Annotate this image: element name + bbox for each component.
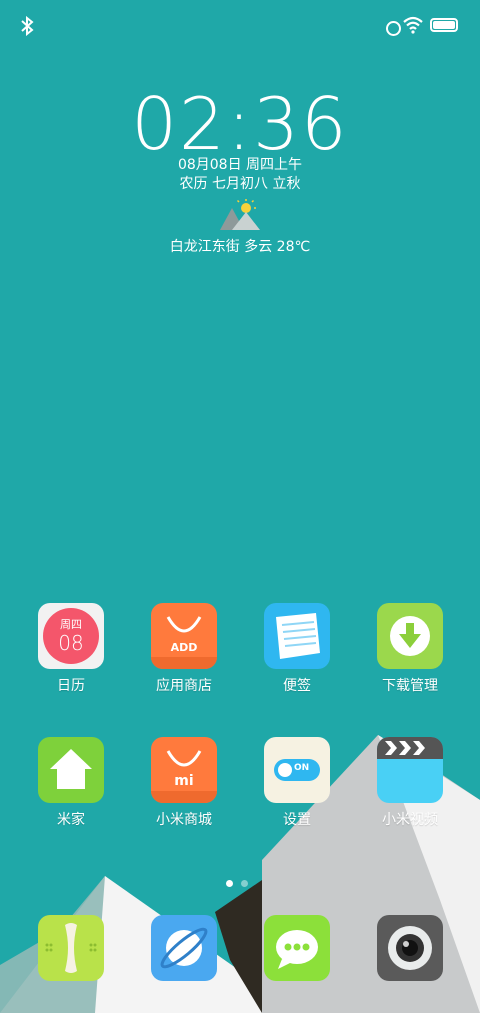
dock-messages[interactable] xyxy=(247,915,347,981)
app-label: 米家 xyxy=(57,812,85,828)
weather-text: 白龙江东街 多云 28℃ xyxy=(169,239,311,255)
status-bar xyxy=(0,12,480,40)
app-label: 下载管理 xyxy=(382,678,438,694)
notes-icon xyxy=(264,603,330,669)
message-bubble-icon xyxy=(264,915,330,981)
dock-phone[interactable] xyxy=(21,915,121,981)
app-mi-store[interactable]: mi 小米商城 xyxy=(134,737,234,829)
lunar-date: 农历 七月初八 立秋 xyxy=(179,176,301,192)
app-label: 便签 xyxy=(283,678,311,694)
alarm-ring-icon xyxy=(386,21,401,36)
page-indicator[interactable] xyxy=(226,872,256,891)
app-calendar[interactable]: 周四 08 日历 xyxy=(21,603,121,695)
calendar-icon: 周四 08 xyxy=(38,603,104,669)
phone-icon xyxy=(38,915,104,981)
clock-time[interactable]: 02:36 xyxy=(0,82,480,166)
mi-badge-text: mi xyxy=(174,773,194,789)
app-label: 小米商城 xyxy=(156,812,212,828)
home-icon xyxy=(38,737,104,803)
app-mi-video[interactable]: 小米视频 xyxy=(360,737,460,829)
weather-cloudy-icon[interactable] xyxy=(218,198,262,232)
page-dot-active[interactable] xyxy=(226,880,233,887)
shopping-bag-icon: ADD xyxy=(151,603,217,669)
clock-date: 08月08日 周四上午 xyxy=(177,157,303,173)
app-mijia[interactable]: 米家 xyxy=(21,737,121,829)
video-clapper-icon xyxy=(377,737,443,803)
app-label: 日历 xyxy=(57,678,85,694)
app-settings[interactable]: ON 设置 xyxy=(247,737,347,829)
app-label: 应用商店 xyxy=(156,678,212,694)
shopping-bag-icon: mi xyxy=(151,737,217,803)
calendar-day-number: 08 xyxy=(58,631,84,655)
download-icon xyxy=(377,603,443,669)
dock-browser[interactable] xyxy=(134,915,234,981)
calendar-day-name: 周四 xyxy=(60,618,82,631)
wifi-icon xyxy=(403,16,423,34)
page-dot[interactable] xyxy=(241,880,248,887)
app-label: 设置 xyxy=(283,812,311,828)
dock-camera[interactable] xyxy=(360,915,460,981)
store-badge-text: ADD xyxy=(170,641,198,654)
camera-icon xyxy=(377,915,443,981)
settings-toggle-icon: ON xyxy=(264,737,330,803)
bluetooth-icon xyxy=(21,16,34,36)
app-label: 小米视频 xyxy=(382,812,438,828)
toggle-text: ON xyxy=(294,763,310,773)
app-notes[interactable]: 便签 xyxy=(247,603,347,695)
planet-icon xyxy=(151,915,217,981)
battery-icon xyxy=(430,18,458,32)
app-store[interactable]: ADD 应用商店 xyxy=(134,603,234,695)
app-downloads[interactable]: 下载管理 xyxy=(360,603,460,695)
